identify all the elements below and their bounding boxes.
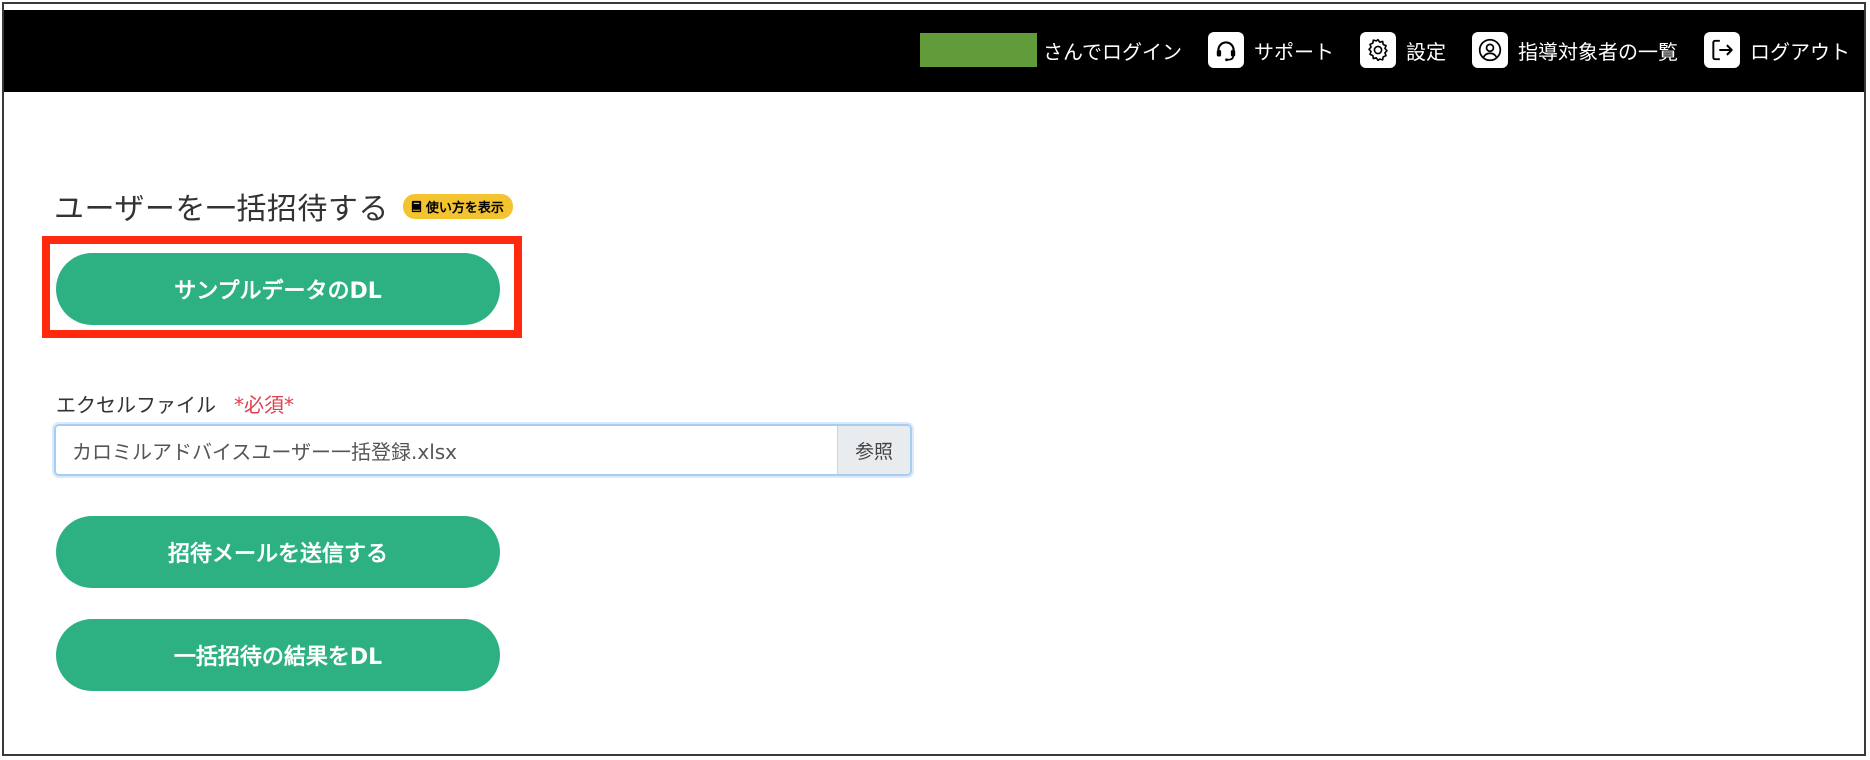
user-name-redacted [920, 33, 1037, 67]
book-icon [411, 200, 422, 212]
howto-badge[interactable]: 使い方を表示 [402, 193, 513, 219]
nav-client-list[interactable]: 指導対象者の一覧 [1472, 32, 1678, 68]
nav-settings[interactable]: 設定 [1360, 32, 1446, 68]
user-circle-icon [1472, 32, 1508, 68]
login-status: さんでログイン [920, 33, 1182, 67]
top-header: さんでログイン サポート 設定 指導対象者の一覧 ログアウト [4, 8, 1864, 92]
send-invite-button[interactable]: 招待メールを送信する [56, 516, 500, 588]
file-upload-group: カロミルアドバイスユーザー一括登録.xlsx 参照 [54, 424, 912, 476]
login-suffix: さんでログイン [1043, 39, 1182, 64]
app-frame: さんでログイン サポート 設定 指導対象者の一覧 ログアウト ユーザーを一括招待… [2, 2, 1866, 756]
file-field-label: エクセルファイル [56, 393, 216, 417]
headset-icon [1208, 32, 1244, 68]
nav-support-label: サポート [1254, 39, 1334, 64]
page-title-row: ユーザーを一括招待する 使い方を表示 [54, 184, 513, 228]
required-marker: *必須* [234, 393, 294, 417]
page-title: ユーザーを一括招待する [54, 192, 389, 227]
gear-icon [1360, 32, 1396, 68]
result-download-button[interactable]: 一括招待の結果をDL [56, 619, 500, 691]
nav-client-list-label: 指導対象者の一覧 [1518, 39, 1678, 64]
howto-label: 使い方を表示 [425, 200, 504, 216]
nav-settings-label: 設定 [1406, 39, 1446, 64]
logout-icon [1704, 32, 1740, 68]
sample-data-download-button[interactable]: サンプルデータのDL [56, 253, 500, 325]
nav-logout-label: ログアウト [1750, 39, 1850, 64]
file-field-label-row: エクセルファイル *必須* [56, 389, 294, 418]
browse-button[interactable]: 参照 [837, 426, 910, 474]
nav-logout[interactable]: ログアウト [1704, 32, 1850, 68]
nav-support[interactable]: サポート [1208, 32, 1334, 68]
header-nav: さんでログイン サポート 設定 指導対象者の一覧 ログアウト [920, 10, 1850, 90]
file-input[interactable]: カロミルアドバイスユーザー一括登録.xlsx [56, 426, 837, 474]
